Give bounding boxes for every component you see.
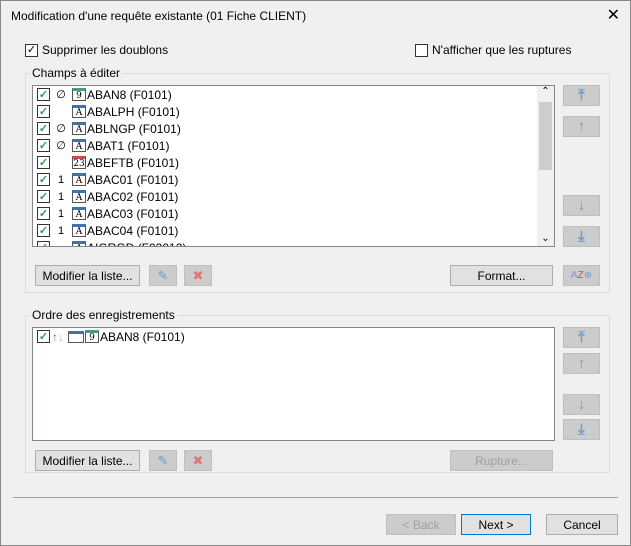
check-icon[interactable]: ✓ — [37, 156, 50, 169]
check-icon[interactable]: ✓ — [37, 330, 50, 343]
date-field-icon: 23 — [72, 156, 86, 169]
order-list[interactable]: ✓ ↑ ↓ 9 ABAN8 (F0101) — [32, 327, 555, 441]
dialog-window: Modification d'une requête existante (01… — [0, 0, 631, 546]
numeric-key-icon: 9 — [72, 88, 86, 101]
field-name: ABAT1 (F0101) — [87, 138, 170, 153]
field-marker: 1 — [57, 190, 65, 203]
field-marker: 1 — [57, 173, 65, 186]
field-marker: ∅ — [56, 89, 66, 101]
list-item[interactable]: ✓ 23 ABEFTB (F0101) — [33, 154, 554, 171]
delete-x-icon[interactable]: ✖ — [184, 265, 212, 286]
text-field-icon: A — [72, 122, 86, 135]
field-name: ABAC04 (F0101) — [87, 223, 179, 238]
next-button[interactable]: Next > — [461, 514, 531, 535]
back-button[interactable]: < Back — [386, 514, 456, 535]
cancel-button[interactable]: Cancel — [546, 514, 618, 535]
move-bottom-button[interactable]: ⤓ — [563, 226, 600, 247]
order-move-top-button[interactable]: ⤒ — [563, 327, 600, 348]
scroll-thumb[interactable] — [539, 102, 552, 170]
field-marker: 1 — [57, 207, 65, 220]
order-move-bottom-button[interactable]: ⤓ — [563, 419, 600, 440]
sort-descending-icon[interactable]: ↓ — [58, 330, 64, 344]
scroll-up-icon[interactable]: ⌃ — [537, 86, 554, 100]
check-icon[interactable]: ✓ — [37, 139, 50, 152]
list-item[interactable]: ✓ 1 A ABAC04 (F0101) — [33, 222, 554, 239]
check-icon[interactable]: ✓ — [37, 122, 50, 135]
field-name: ABALPH (F0101) — [87, 104, 180, 119]
only-breaks-checkbox[interactable]: N'afficher que les ruptures — [415, 43, 571, 57]
field-name: ABEFTB (F0101) — [87, 155, 180, 170]
modify-list-button[interactable]: Modifier la liste... — [35, 265, 140, 286]
move-up-button[interactable]: ↑ — [563, 116, 600, 137]
field-name: ABAC02 (F0101) — [87, 189, 179, 204]
only-breaks-label: N'afficher que les ruptures — [432, 43, 572, 57]
list-item[interactable]: ✓ ↑ ↓ 9 ABAN8 (F0101) — [33, 328, 554, 345]
field-name: ABLNGP (F0101) — [87, 121, 181, 136]
text-field-icon: A — [72, 207, 86, 220]
scrollbar[interactable]: ⌃ ⌄ — [537, 86, 554, 246]
list-item[interactable]: ✓ A ABALPH (F0101) — [33, 103, 554, 120]
check-icon[interactable]: ✓ — [37, 190, 50, 203]
break-button[interactable]: Rupture... — [450, 450, 553, 471]
field-marker: 1 — [57, 224, 65, 237]
check-icon[interactable]: ✓ — [37, 173, 50, 186]
sort-az-icon[interactable]: A Z ⊕ — [563, 265, 600, 286]
text-field-icon: A — [72, 241, 86, 246]
field-name: AIGRGD (F03012) — [87, 241, 186, 247]
field-name: ABAN8 (F0101) — [100, 329, 185, 344]
field-marker: ∅ — [56, 123, 66, 135]
list-item[interactable]: ✓ 1 A ABAC02 (F0101) — [33, 188, 554, 205]
edit-pencil-icon[interactable]: ✎ — [149, 265, 177, 286]
check-icon[interactable]: ✓ — [37, 224, 50, 237]
move-down-button[interactable]: ↓ — [563, 195, 600, 216]
field-name: ABAN8 (F0101) — [87, 87, 172, 102]
list-item[interactable]: ✓ A AIGRGD (F03012) — [33, 239, 554, 247]
text-field-icon: A — [72, 224, 86, 237]
checkbox-box[interactable]: ✓ — [25, 43, 38, 57]
list-item[interactable]: ✓ 1 A ABAC03 (F0101) — [33, 205, 554, 222]
field-name: ABAC01 (F0101) — [87, 172, 179, 187]
table-icon — [68, 330, 84, 343]
list-item[interactable]: ✓ ∅ 9 ABAN8 (F0101) — [33, 86, 554, 103]
check-icon[interactable]: ✓ — [37, 88, 50, 101]
check-icon[interactable]: ✓ — [37, 207, 50, 220]
text-field-icon: A — [72, 139, 86, 152]
checkbox-box[interactable] — [415, 43, 428, 57]
edit-pencil-icon[interactable]: ✎ — [149, 450, 177, 471]
separator — [13, 497, 618, 498]
move-top-button[interactable]: ⤒ — [563, 85, 600, 106]
dialog-title: Modification d'une requête existante (01… — [11, 9, 307, 23]
field-marker: ∅ — [56, 140, 66, 152]
text-field-icon: A — [72, 173, 86, 186]
remove-duplicates-label: Supprimer les doublons — [42, 43, 169, 57]
list-item[interactable]: ✓ 1 A ABAC01 (F0101) — [33, 171, 554, 188]
order-group-label: Ordre des enregistrements — [30, 308, 177, 322]
scroll-down-icon[interactable]: ⌄ — [537, 233, 554, 244]
order-move-up-button[interactable]: ↑ — [563, 353, 600, 374]
delete-x-icon[interactable]: ✖ — [184, 450, 212, 471]
format-button[interactable]: Format... — [450, 265, 553, 286]
order-modify-list-button[interactable]: Modifier la liste... — [35, 450, 140, 471]
list-item[interactable]: ✓ ∅ A ABAT1 (F0101) — [33, 137, 554, 154]
field-name: ABAC03 (F0101) — [87, 206, 179, 221]
fields-list[interactable]: ✓ ∅ 9 ABAN8 (F0101) ✓ A ABALPH (F0101) ✓ ∅… — [32, 85, 555, 247]
check-icon[interactable]: ✓ — [37, 241, 50, 246]
order-move-down-button[interactable]: ↓ — [563, 394, 600, 415]
fields-group-label: Champs à éditer — [30, 66, 123, 80]
close-icon[interactable]: ✕ — [607, 5, 620, 25]
remove-duplicates-checkbox[interactable]: ✓ Supprimer les doublons — [25, 43, 168, 57]
text-field-icon: A — [72, 190, 86, 203]
list-item[interactable]: ✓ ∅ A ABLNGP (F0101) — [33, 120, 554, 137]
text-field-icon: A — [72, 105, 86, 118]
check-icon[interactable]: ✓ — [37, 105, 50, 118]
numeric-key-icon: 9 — [85, 330, 99, 343]
